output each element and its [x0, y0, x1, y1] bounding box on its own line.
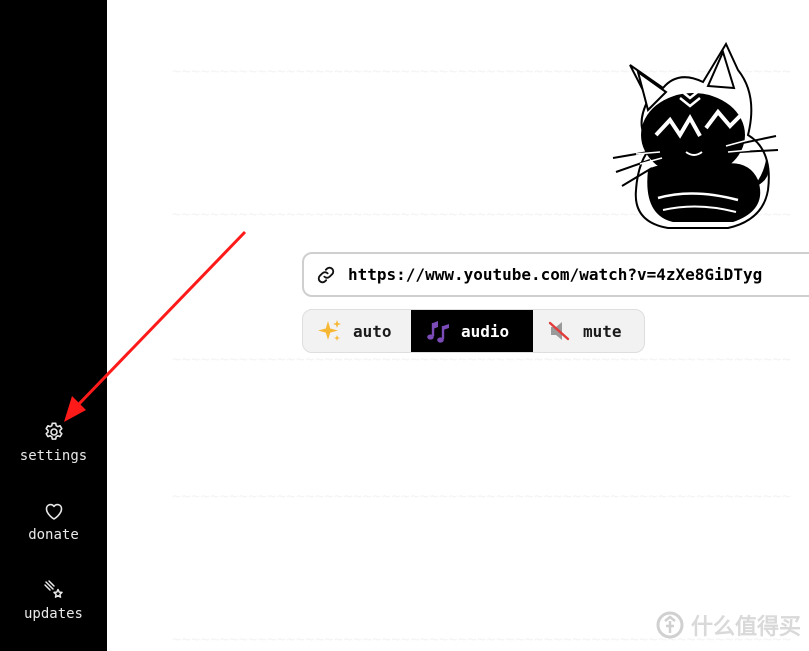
heart-icon [45, 503, 62, 520]
mode-label: mute [583, 321, 622, 341]
watermark-text: 什么值得买 [690, 615, 801, 640]
sidebar-item-label: updates [23, 606, 83, 622]
comet-star-icon [43, 580, 63, 598]
url-bar [302, 252, 809, 297]
background-pattern: ~~~~~~~~~~~~~~~~~~~~~~~~~~~~~~~~~~~~~~~~… [172, 487, 792, 505]
mode-label: auto [353, 321, 392, 341]
music-notes-icon [427, 321, 449, 343]
sidebar-item-updates[interactable]: updates [0, 578, 107, 622]
cat-mascot [612, 41, 779, 229]
sidebar-item-donate[interactable]: donate [0, 499, 107, 543]
url-input[interactable] [348, 265, 809, 284]
muted-speaker-icon [548, 321, 570, 341]
site-watermark: 什么值得买 [655, 609, 801, 641]
sparkles-icon [318, 320, 341, 341]
sidebar-item-settings[interactable]: settings [0, 420, 107, 464]
gear-icon [44, 422, 63, 440]
mode-mute-button[interactable]: mute [533, 310, 644, 352]
mode-label: audio [461, 321, 510, 341]
mode-audio-button[interactable]: audio [411, 310, 533, 352]
sidebar-item-label: donate [28, 527, 79, 543]
download-mode-switcher: auto audio mute [302, 309, 645, 353]
mode-auto-button[interactable]: auto [303, 310, 411, 352]
watermark-logo-icon [656, 611, 684, 639]
sidebar: settings donate updates [0, 0, 107, 651]
link-icon [317, 266, 335, 283]
sidebar-item-label: settings [19, 448, 88, 464]
